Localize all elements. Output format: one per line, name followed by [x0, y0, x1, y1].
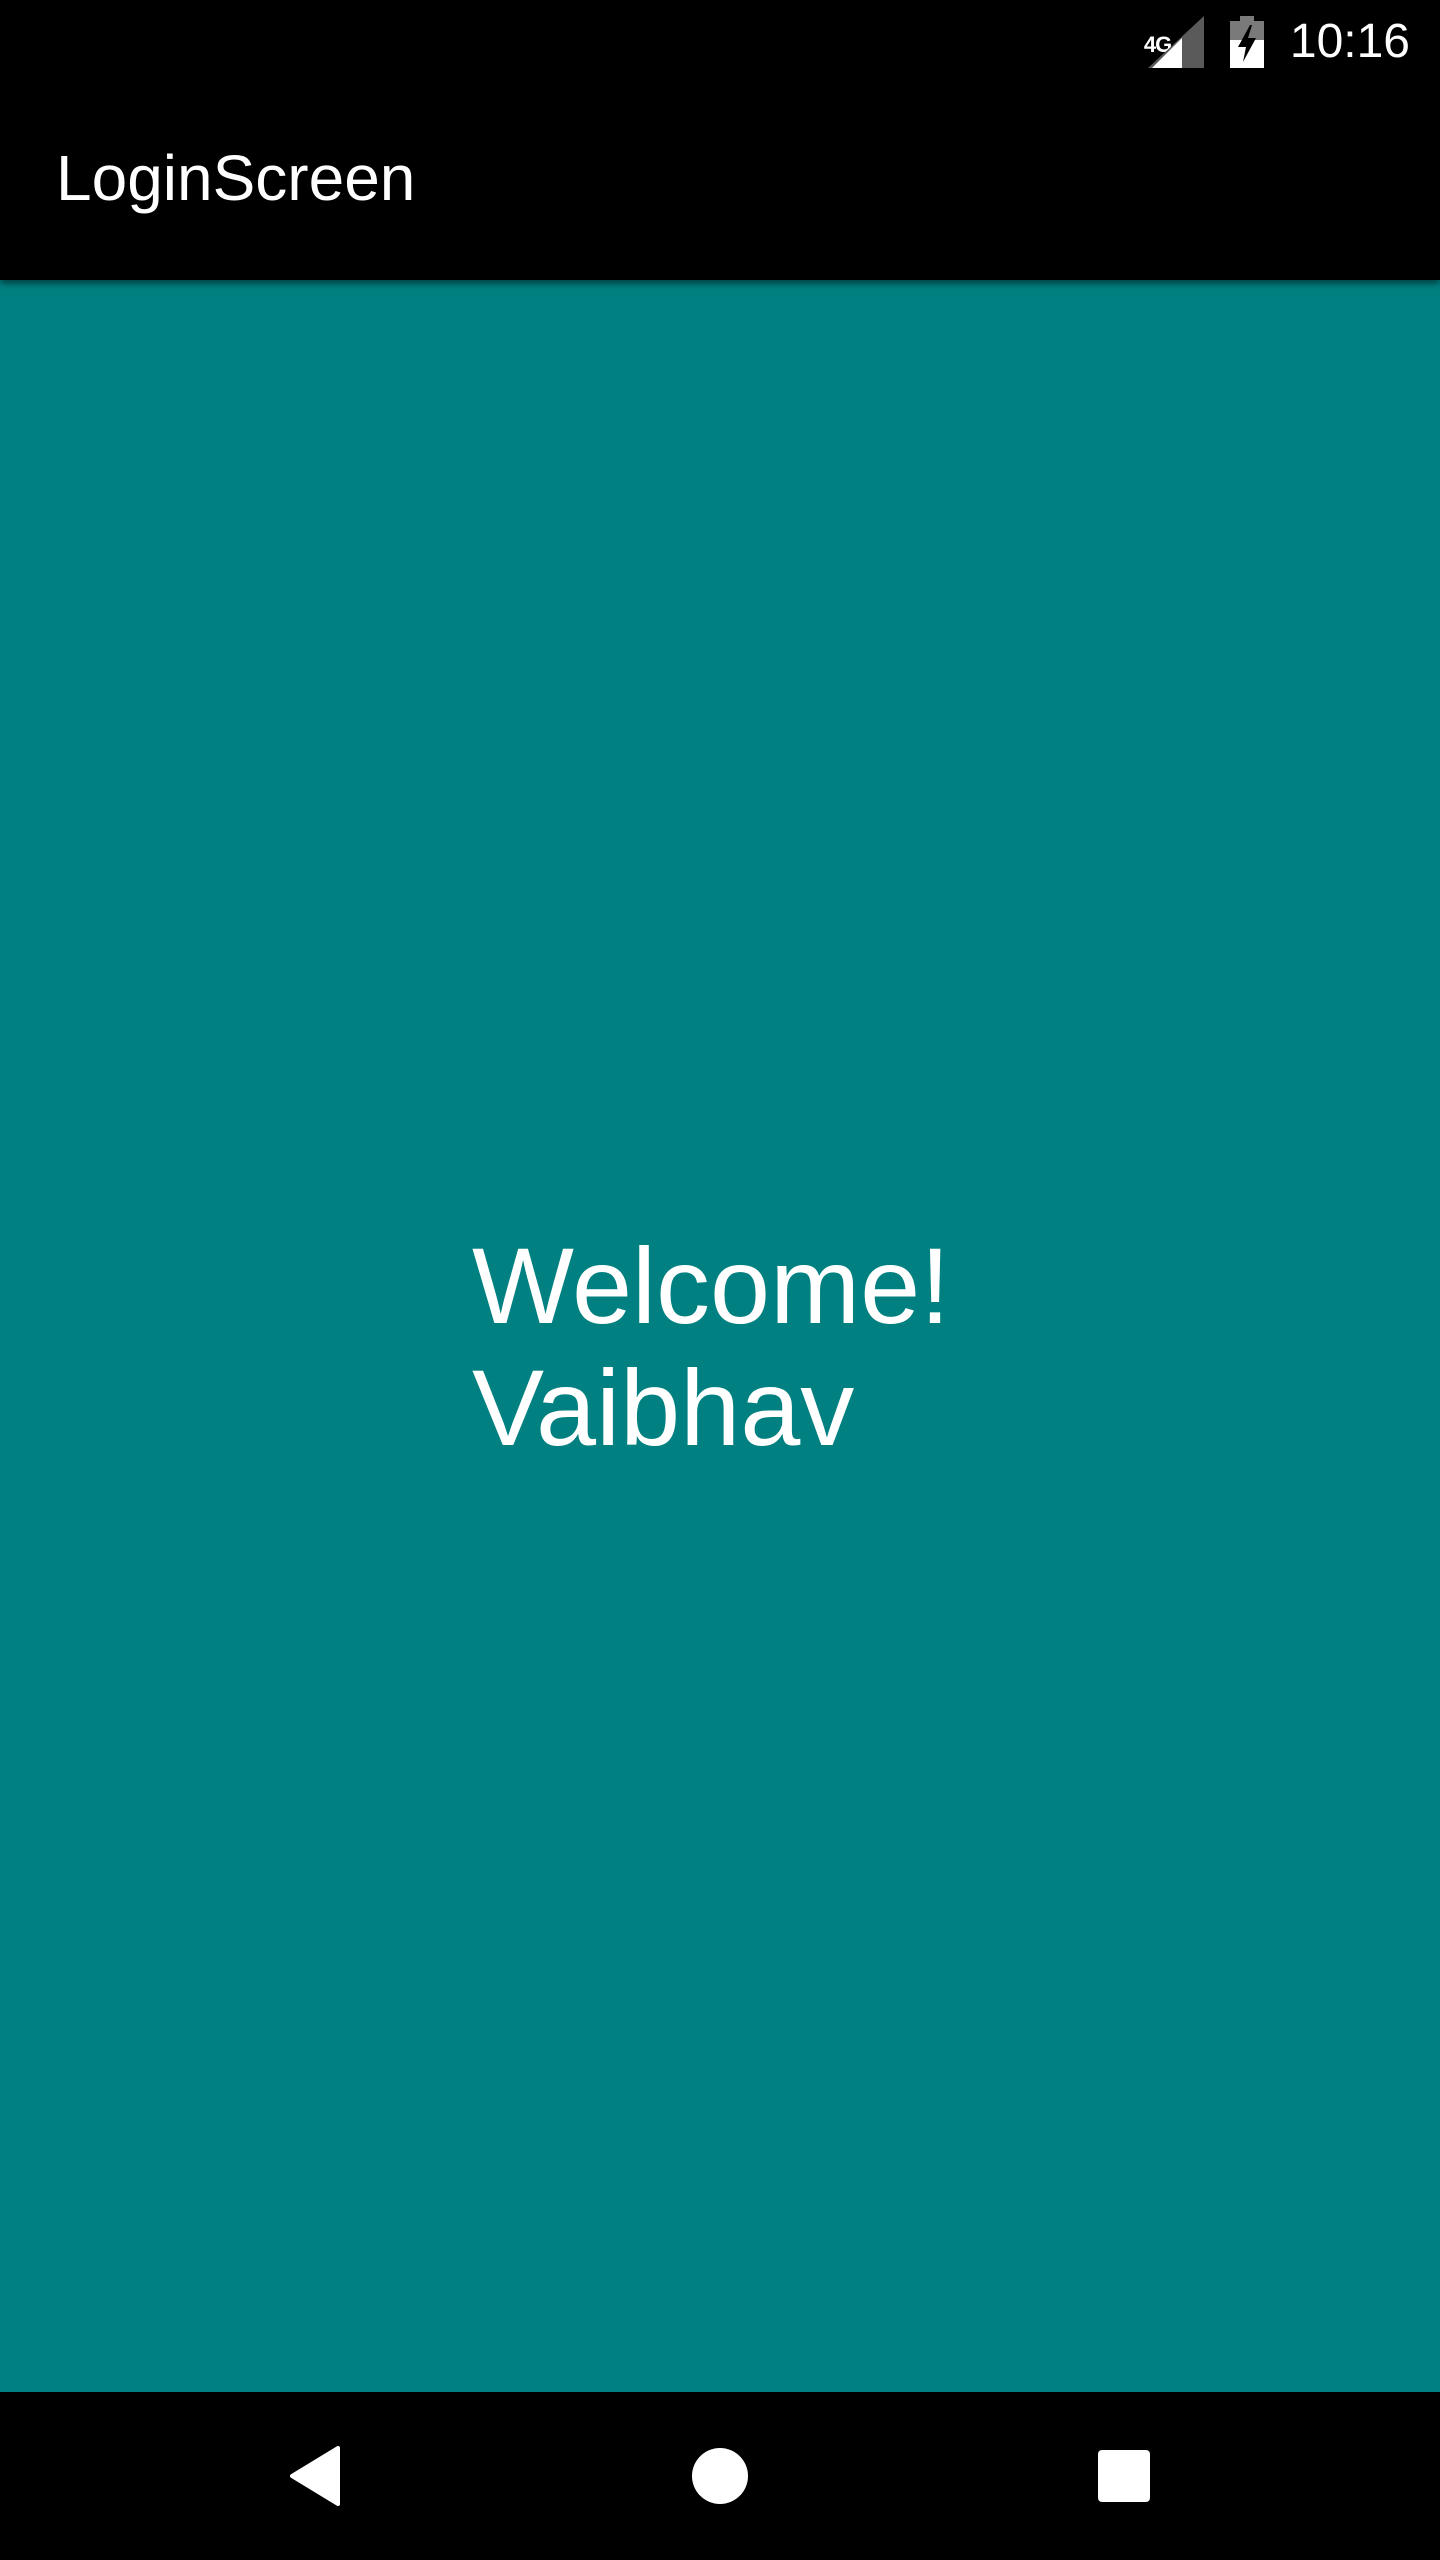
back-triangle-icon [290, 2446, 340, 2506]
status-bar: 4G 10:16 [0, 0, 1440, 84]
recents-button[interactable] [1040, 2392, 1208, 2560]
welcome-text: Welcome! [472, 1225, 951, 1346]
app-title: LoginScreen [56, 142, 416, 214]
status-icons: 4G 10:16 [1144, 0, 1410, 84]
status-clock: 10:16 [1289, 15, 1410, 68]
recents-square-icon [1098, 2450, 1150, 2502]
welcome-message: Welcome! Vaibhav [472, 1225, 950, 1469]
cell-signal-icon: 4G [1144, 16, 1204, 68]
user-name-text: Vaibhav [472, 1347, 855, 1468]
main-content: Welcome! Vaibhav [0, 280, 1440, 2392]
navigation-bar [0, 2392, 1440, 2560]
phone-screen: 4G 10:16 LoginScreen Welcome! Vaibhav [0, 0, 1440, 2560]
home-button[interactable] [636, 2392, 804, 2560]
back-button[interactable] [232, 2392, 400, 2560]
home-circle-icon [692, 2448, 748, 2504]
battery-charging-icon [1229, 16, 1264, 68]
app-bar: LoginScreen [0, 84, 1440, 280]
